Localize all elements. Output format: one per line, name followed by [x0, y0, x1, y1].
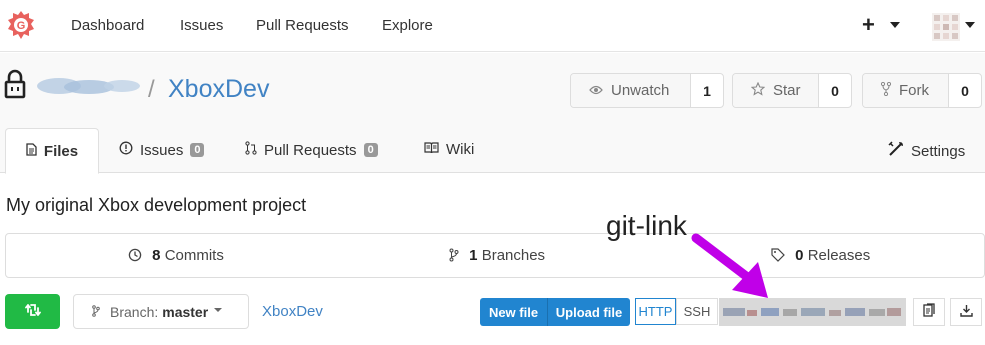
copy-icon [922, 303, 936, 321]
tab-issues[interactable]: Issues 0 [119, 141, 205, 159]
nav-explore[interactable]: Explore [382, 17, 433, 34]
clone-url-input[interactable] [719, 298, 906, 326]
sync-button[interactable] [5, 294, 60, 329]
watch-count[interactable]: 1 [691, 74, 723, 107]
branch-prefix: Branch: [110, 303, 159, 320]
tab-wiki-label: Wiki [446, 141, 475, 158]
path-separator: / [148, 76, 155, 103]
tools-icon [888, 141, 904, 161]
repo-name-link[interactable]: XboxDev [168, 75, 269, 104]
book-icon [424, 141, 439, 158]
branches-label: Branches [481, 247, 546, 264]
releases-count: 0 [795, 247, 804, 264]
repo-stats-bar: 8 Commits 1 Branches 0 Releases [5, 233, 985, 278]
fork-button[interactable]: Fork [863, 74, 949, 107]
tab-settings-label: Settings [911, 142, 966, 160]
tab-wiki[interactable]: Wiki [424, 141, 474, 158]
new-file-button[interactable]: New file [480, 298, 547, 326]
nav-pull-requests[interactable]: Pull Requests [256, 17, 349, 34]
tab-settings[interactable]: Settings [888, 141, 965, 161]
svg-text:G: G [17, 20, 26, 32]
tab-pull-requests-label: Pull Requests [264, 141, 357, 159]
file-icon [26, 142, 37, 160]
unwatch-button[interactable]: Unwatch [571, 74, 691, 107]
sync-icon [24, 302, 41, 321]
branch-name: master [162, 303, 209, 320]
owner-name-blurred[interactable] [34, 75, 144, 97]
gitea-logo-icon[interactable]: G [6, 10, 36, 40]
commits-count: 8 [152, 247, 161, 264]
http-protocol-button[interactable]: HTTP [635, 298, 676, 325]
branches-count: 1 [469, 247, 478, 264]
star-button[interactable]: Star [733, 74, 819, 107]
tab-issues-label: Issues [140, 141, 184, 159]
branch-selector[interactable]: Branch: master [73, 294, 249, 329]
breadcrumb[interactable]: XboxDev [262, 303, 323, 320]
fork-button-group: Fork 0 [862, 73, 982, 108]
create-new-icon[interactable]: + [862, 12, 875, 38]
branch-icon [449, 247, 469, 264]
copy-url-button[interactable] [913, 298, 945, 326]
commits-label: Commits [164, 247, 224, 264]
pulls-count-badge: 0 [363, 143, 378, 157]
issue-icon [119, 141, 133, 159]
nav-dashboard[interactable]: Dashboard [71, 17, 144, 34]
releases-stat[interactable]: 0 Releases [771, 247, 870, 264]
repo-header: / XboxDev Unwatch 1 Star 0 Fork 0 Files … [0, 53, 985, 174]
unwatch-label: Unwatch [611, 82, 670, 99]
tab-files-label: Files [43, 142, 79, 160]
star-icon [750, 81, 766, 100]
upload-file-button[interactable]: Upload file [547, 298, 630, 326]
chevron-down-icon [214, 307, 223, 312]
download-icon [959, 304, 973, 320]
lock-icon [4, 69, 26, 99]
star-button-group: Star 0 [732, 73, 852, 108]
avatar[interactable] [932, 13, 960, 41]
star-label: Star [773, 82, 801, 99]
pull-request-icon [245, 141, 257, 159]
chevron-down-icon[interactable] [890, 22, 900, 28]
fork-icon [880, 81, 892, 100]
branch-selector-icon [92, 304, 110, 320]
fork-count[interactable]: 0 [949, 74, 981, 107]
issues-count-badge: 0 [190, 143, 205, 157]
repo-description: My original Xbox development project [6, 195, 307, 215]
tab-pull-requests[interactable]: Pull Requests 0 [245, 141, 378, 159]
ssh-protocol-button[interactable]: SSH [676, 298, 718, 325]
nav-issues[interactable]: Issues [180, 17, 223, 34]
annotation-label: git-link [606, 210, 687, 241]
fork-label: Fork [899, 82, 929, 99]
avatar-chevron-down-icon[interactable] [965, 22, 975, 28]
eye-icon [589, 82, 603, 99]
annotation-arrow-icon [691, 233, 768, 298]
branches-stat[interactable]: 1 Branches [449, 247, 545, 264]
watch-button-group: Unwatch 1 [570, 73, 724, 108]
top-navbar: G Dashboard Issues Pull Requests Explore… [0, 0, 985, 52]
history-icon [128, 247, 152, 264]
releases-label: Releases [807, 247, 871, 264]
commits-stat[interactable]: 8 Commits [128, 247, 224, 264]
download-button[interactable] [950, 298, 982, 326]
star-count[interactable]: 0 [819, 74, 851, 107]
tab-files[interactable]: Files [5, 128, 99, 174]
